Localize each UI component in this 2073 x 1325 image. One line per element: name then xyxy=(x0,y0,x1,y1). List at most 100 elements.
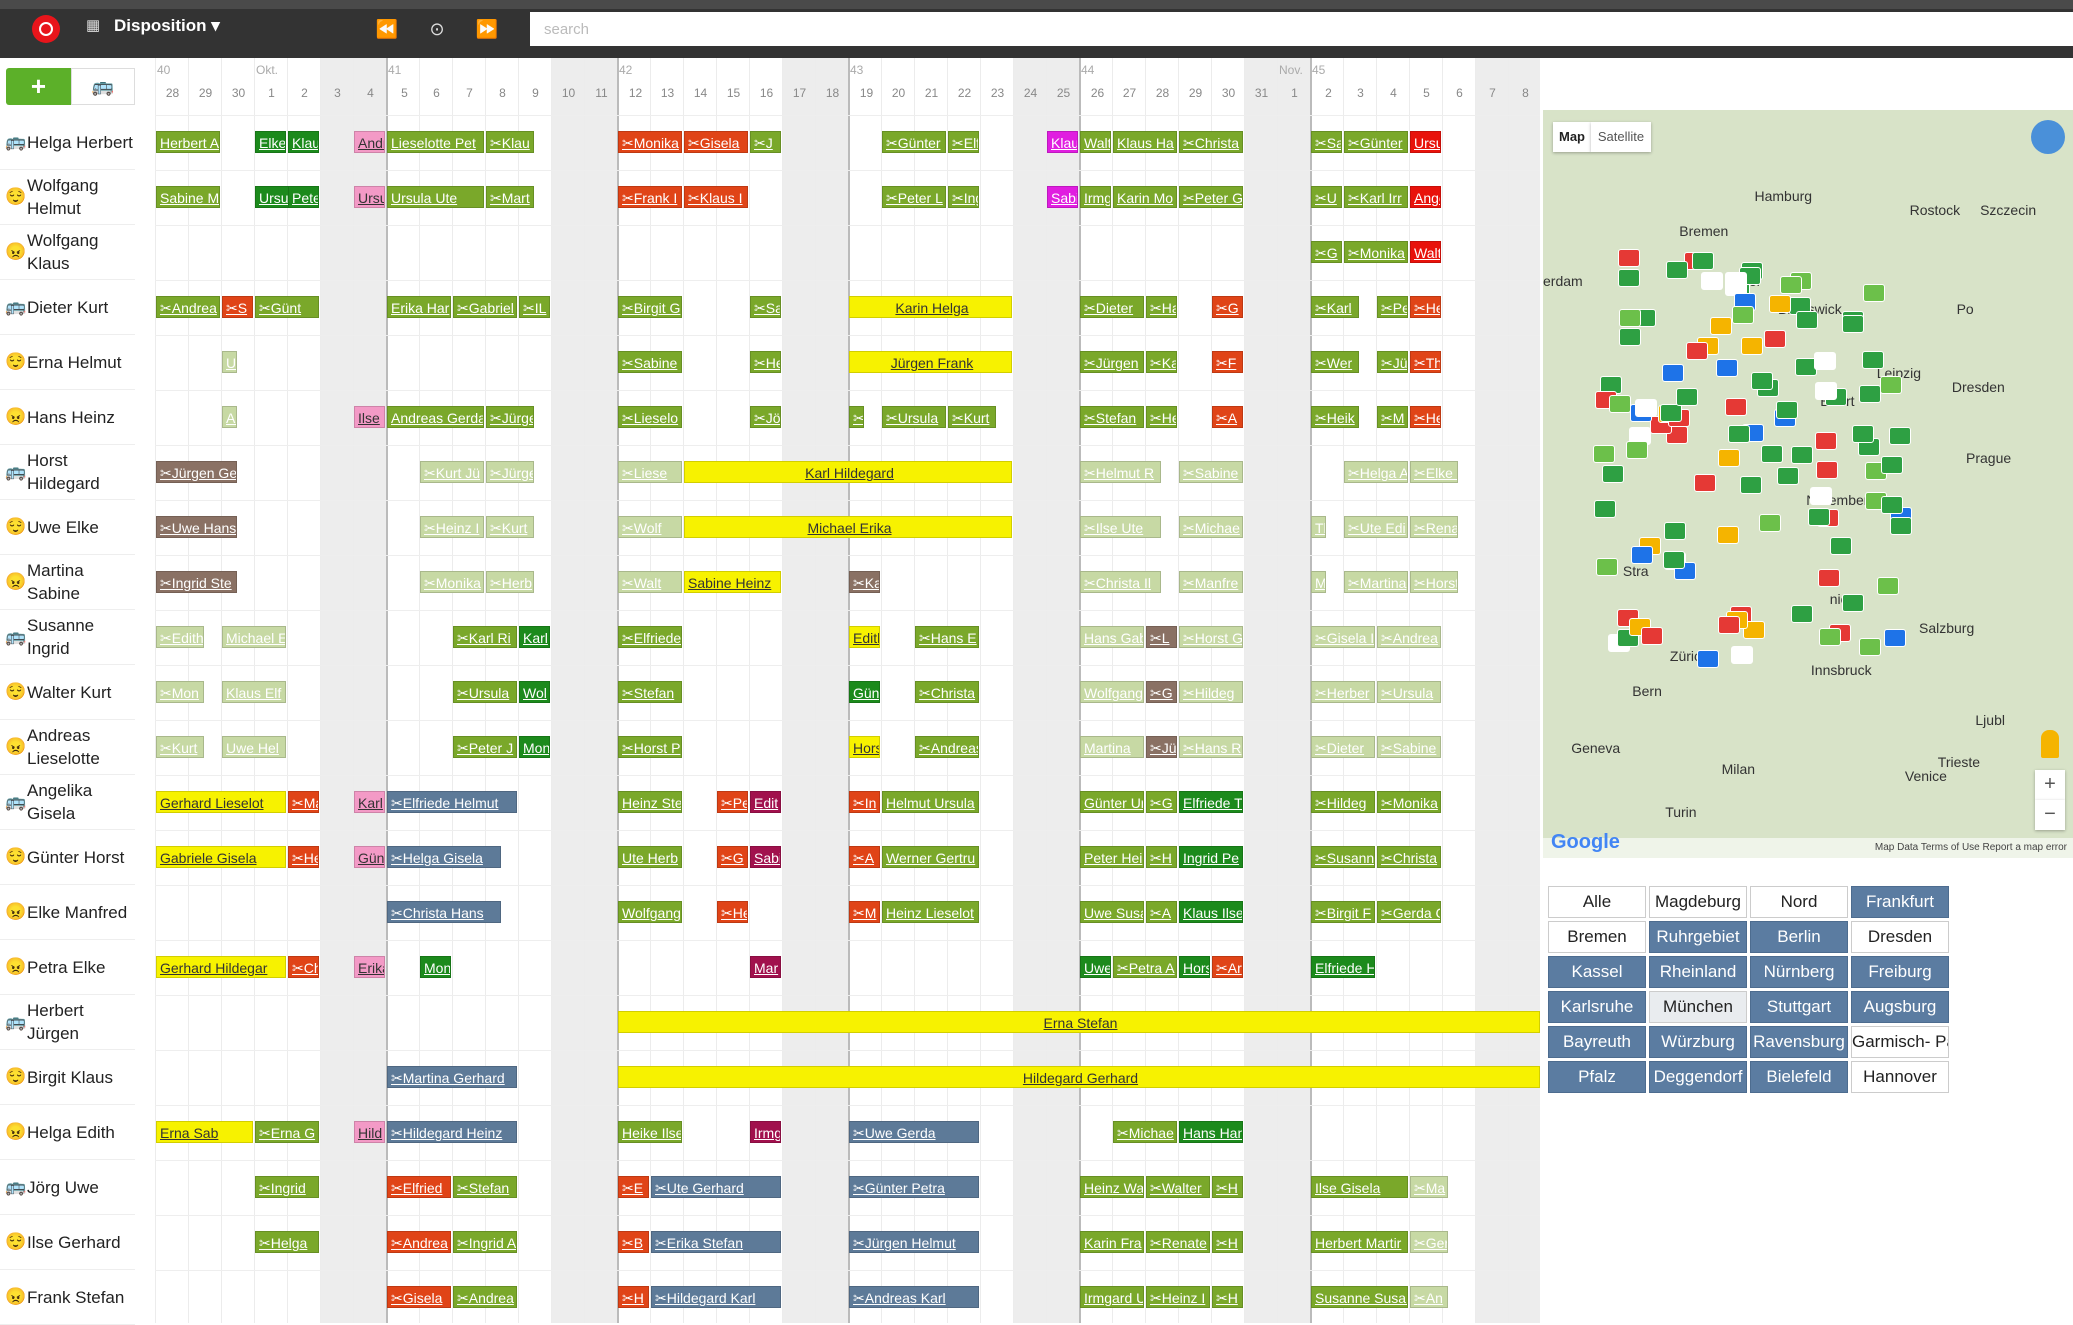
person-row[interactable]: 🚌 Susanne Ingrid xyxy=(0,610,135,665)
schedule-block[interactable]: ✂Günter Petra xyxy=(849,1176,979,1198)
schedule-block[interactable]: ✂Elfriede Helmut xyxy=(387,791,517,813)
schedule-block[interactable]: Herbert Martir xyxy=(1311,1231,1408,1253)
schedule-block[interactable]: Ute Herb xyxy=(618,846,682,868)
region-filter-button[interactable]: Magdeburg xyxy=(1649,886,1747,918)
map-marker-icon[interactable] xyxy=(1777,466,1800,485)
schedule-block[interactable]: ✂Günter xyxy=(1344,131,1408,153)
schedule-block[interactable]: Karl xyxy=(519,626,550,648)
satellite-tab[interactable]: Satellite xyxy=(1591,122,1651,152)
schedule-block[interactable]: Pete xyxy=(288,186,319,208)
schedule-block[interactable]: ✂H xyxy=(1146,846,1177,868)
map-marker-icon[interactable] xyxy=(1631,545,1654,564)
schedule-block[interactable]: ✂Th xyxy=(1410,351,1441,373)
schedule-block[interactable]: ✂Karl xyxy=(1146,351,1177,373)
map-marker-icon[interactable] xyxy=(1693,473,1716,492)
schedule-block[interactable]: ✂Sabine xyxy=(1179,461,1243,483)
person-row[interactable]: 😌 Uwe Elke xyxy=(0,500,135,555)
schedule-block[interactable]: Ange xyxy=(1410,186,1441,208)
region-filter-button[interactable]: Hannover xyxy=(1851,1061,1949,1093)
schedule-block[interactable]: ✂Christa Hans xyxy=(387,901,501,923)
schedule-block[interactable]: Irmgard U xyxy=(1080,1286,1144,1308)
schedule-block[interactable]: ✂Elfried xyxy=(387,1176,451,1198)
map-marker-icon[interactable] xyxy=(1618,308,1641,327)
map-marker-icon[interactable] xyxy=(1890,516,1913,535)
region-filter-button[interactable]: Rheinland xyxy=(1649,956,1747,988)
schedule-block[interactable]: ✂Monika xyxy=(618,131,682,153)
schedule-block[interactable]: ✂Gisela xyxy=(684,131,748,153)
schedule-block[interactable]: ✂Elfri xyxy=(948,131,979,153)
schedule-block[interactable]: ✂Helmut R xyxy=(1080,461,1161,483)
add-button[interactable]: + xyxy=(6,68,71,105)
map-marker-icon[interactable] xyxy=(1815,461,1838,480)
person-row[interactable]: 🚌 Horst Hildegard xyxy=(0,445,135,500)
schedule-block[interactable]: ✂He xyxy=(1410,296,1441,318)
schedule-block[interactable]: ✂G xyxy=(1146,681,1177,703)
map-marker-icon[interactable] xyxy=(1791,446,1814,465)
schedule-block[interactable]: Lieselotte Pet xyxy=(387,131,484,153)
schedule-block[interactable]: Klau xyxy=(1047,131,1078,153)
person-row[interactable]: 😠 Frank Stefan xyxy=(0,1270,135,1325)
map-marker-icon[interactable] xyxy=(1725,271,1748,290)
schedule-block[interactable]: Karin Helga xyxy=(849,296,1012,318)
schedule-block[interactable]: ✂J xyxy=(750,131,781,153)
map-marker-icon[interactable] xyxy=(1776,401,1799,420)
schedule-block[interactable]: Erna Stefan xyxy=(618,1011,1540,1033)
schedule-block[interactable]: ✂Hans R xyxy=(1179,736,1243,758)
schedule-block[interactable]: ✂Gerda G xyxy=(1377,901,1441,923)
schedule-block[interactable]: ✂Dieter xyxy=(1080,296,1144,318)
next-period-button[interactable]: ⏩ xyxy=(470,14,504,44)
schedule-block[interactable]: ✂Christa xyxy=(915,681,979,703)
schedule-block[interactable]: ✂Michae xyxy=(1179,516,1243,538)
schedule-block[interactable]: ✂Helg xyxy=(1146,406,1177,428)
schedule-block[interactable]: ✂Liese xyxy=(618,461,682,483)
schedule-block[interactable]: Mon xyxy=(519,736,550,758)
schedule-block[interactable]: ✂Horst G xyxy=(1179,626,1243,648)
schedule-block[interactable]: ✂H xyxy=(1212,1176,1243,1198)
schedule-block[interactable]: ✂Karl Ri xyxy=(453,626,517,648)
map-marker-icon[interactable] xyxy=(1751,372,1774,391)
schedule-block[interactable]: ✂Ma xyxy=(1410,1176,1448,1198)
zoom-in-button[interactable]: + xyxy=(2035,770,2065,800)
map-marker-icon[interactable] xyxy=(1819,628,1842,647)
person-row[interactable]: 😌 Erna Helmut xyxy=(0,335,135,390)
schedule-block[interactable]: ✂Elke Pe xyxy=(1410,461,1458,483)
schedule-block[interactable]: ✂Renate xyxy=(1146,1231,1210,1253)
schedule-block[interactable]: ✂Ar xyxy=(1212,956,1243,978)
map-marker-icon[interactable] xyxy=(1796,310,1819,329)
schedule-block[interactable]: ✂A xyxy=(1212,406,1243,428)
map-marker-icon[interactable] xyxy=(1815,431,1838,450)
schedule-block[interactable]: ✂Christa xyxy=(1377,846,1441,868)
region-filter-button[interactable]: Ravensburg xyxy=(1750,1026,1848,1058)
map-marker-icon[interactable] xyxy=(1692,251,1715,270)
schedule-block[interactable]: ✂Andreas xyxy=(915,736,979,758)
schedule-block[interactable]: ✂Elfriede xyxy=(618,626,682,648)
schedule-block[interactable]: Wolfgang xyxy=(1080,681,1144,703)
schedule-block[interactable]: Erika xyxy=(354,956,385,978)
schedule-block[interactable]: ✂Horst S xyxy=(1410,571,1458,593)
person-row[interactable]: 😠 Helga Edith xyxy=(0,1105,135,1160)
schedule-block[interactable]: ✂Birgit G xyxy=(618,296,682,318)
schedule-block[interactable]: Uwe xyxy=(1080,956,1111,978)
schedule-block[interactable]: Elfriede H xyxy=(1311,956,1375,978)
schedule-block[interactable]: Erika Har xyxy=(387,296,451,318)
map-marker-icon[interactable] xyxy=(1791,605,1814,624)
schedule-block[interactable]: ✂Erika Stefan xyxy=(651,1231,781,1253)
schedule-block[interactable]: Uwe Hel xyxy=(222,736,286,758)
schedule-block[interactable]: ✂Kurt xyxy=(486,516,534,538)
region-filter-button[interactable]: Pfalz xyxy=(1548,1061,1646,1093)
schedule-block[interactable]: ✂Jürgen xyxy=(1080,351,1144,373)
person-row[interactable]: 😌 Günter Horst xyxy=(0,830,135,885)
schedule-block[interactable]: Sabine Heinz xyxy=(684,571,781,593)
schedule-block[interactable]: ✂G xyxy=(1146,791,1177,813)
schedule-block[interactable]: Ursu xyxy=(354,186,385,208)
map-marker-icon[interactable] xyxy=(1659,403,1682,422)
schedule-block[interactable]: Walt xyxy=(1080,131,1111,153)
schedule-block[interactable]: ✂Sabine xyxy=(618,351,682,373)
region-filter-button[interactable]: Ruhrgebiet xyxy=(1649,921,1747,953)
schedule-block[interactable]: ✂He xyxy=(288,846,319,868)
map-marker-icon[interactable] xyxy=(1808,508,1831,527)
map-marker-icon[interactable] xyxy=(1830,537,1853,556)
schedule-block[interactable]: ✂Stefan xyxy=(1080,406,1144,428)
schedule-block[interactable]: Sabine M xyxy=(156,186,220,208)
map-marker-icon[interactable] xyxy=(1662,364,1685,383)
